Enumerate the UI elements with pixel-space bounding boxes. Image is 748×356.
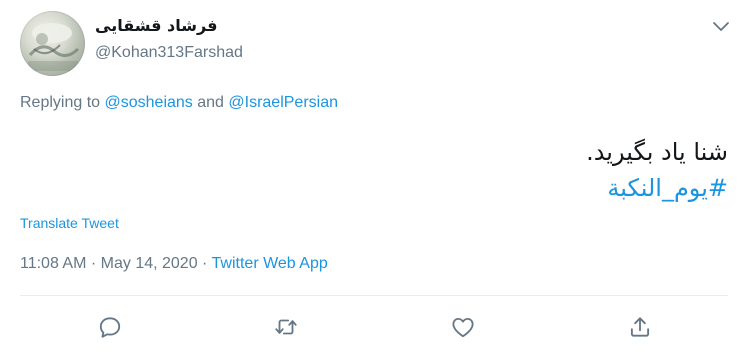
mention-link[interactable]: @IsraelPersian [228,94,338,111]
tweet-card: فرشاد قشقایی @Kohan313Farshad Replying t… [0,0,748,356]
tweet-text: شنا یاد بگیرید. #یوم_النکبة [586,134,728,206]
avatar[interactable] [20,11,85,76]
author-display-name[interactable]: فرشاد قشقایی [95,16,217,35]
tweet-body: شنا یاد بگیرید. [586,138,728,166]
retweet-icon [275,319,297,335]
translate-tweet-link[interactable]: Translate Tweet [20,215,119,231]
heart-icon [452,317,474,338]
source-app-link[interactable]: Twitter Web App [212,255,328,272]
chevron-down-icon[interactable] [712,18,730,31]
divider [20,295,728,296]
tweet-meta: 11:08 AM · May 14, 2020 · Twitter Web Ap… [20,255,328,273]
reply-context-conjunction: and [192,94,229,111]
reply-icon [99,317,121,338]
reply-context-prefix: Replying to [20,94,105,111]
tweet-date[interactable]: May 14, 2020 [101,255,198,272]
hashtag-link[interactable]: #یوم_النکبة [586,170,728,206]
like-button[interactable] [450,314,476,340]
reply-button[interactable] [97,314,123,340]
mention-link[interactable]: @sosheians [105,94,193,111]
share-button[interactable] [627,314,653,340]
meta-separator: · [197,255,212,272]
tweet-time[interactable]: 11:08 AM [20,255,86,272]
share-icon [630,317,650,337]
retweet-button[interactable] [273,314,299,340]
reply-context: Replying to @sosheians and @IsraelPersia… [20,94,338,112]
meta-separator: · [86,255,101,272]
avatar-image [28,23,80,71]
author-handle[interactable]: @Kohan313Farshad [95,44,243,62]
